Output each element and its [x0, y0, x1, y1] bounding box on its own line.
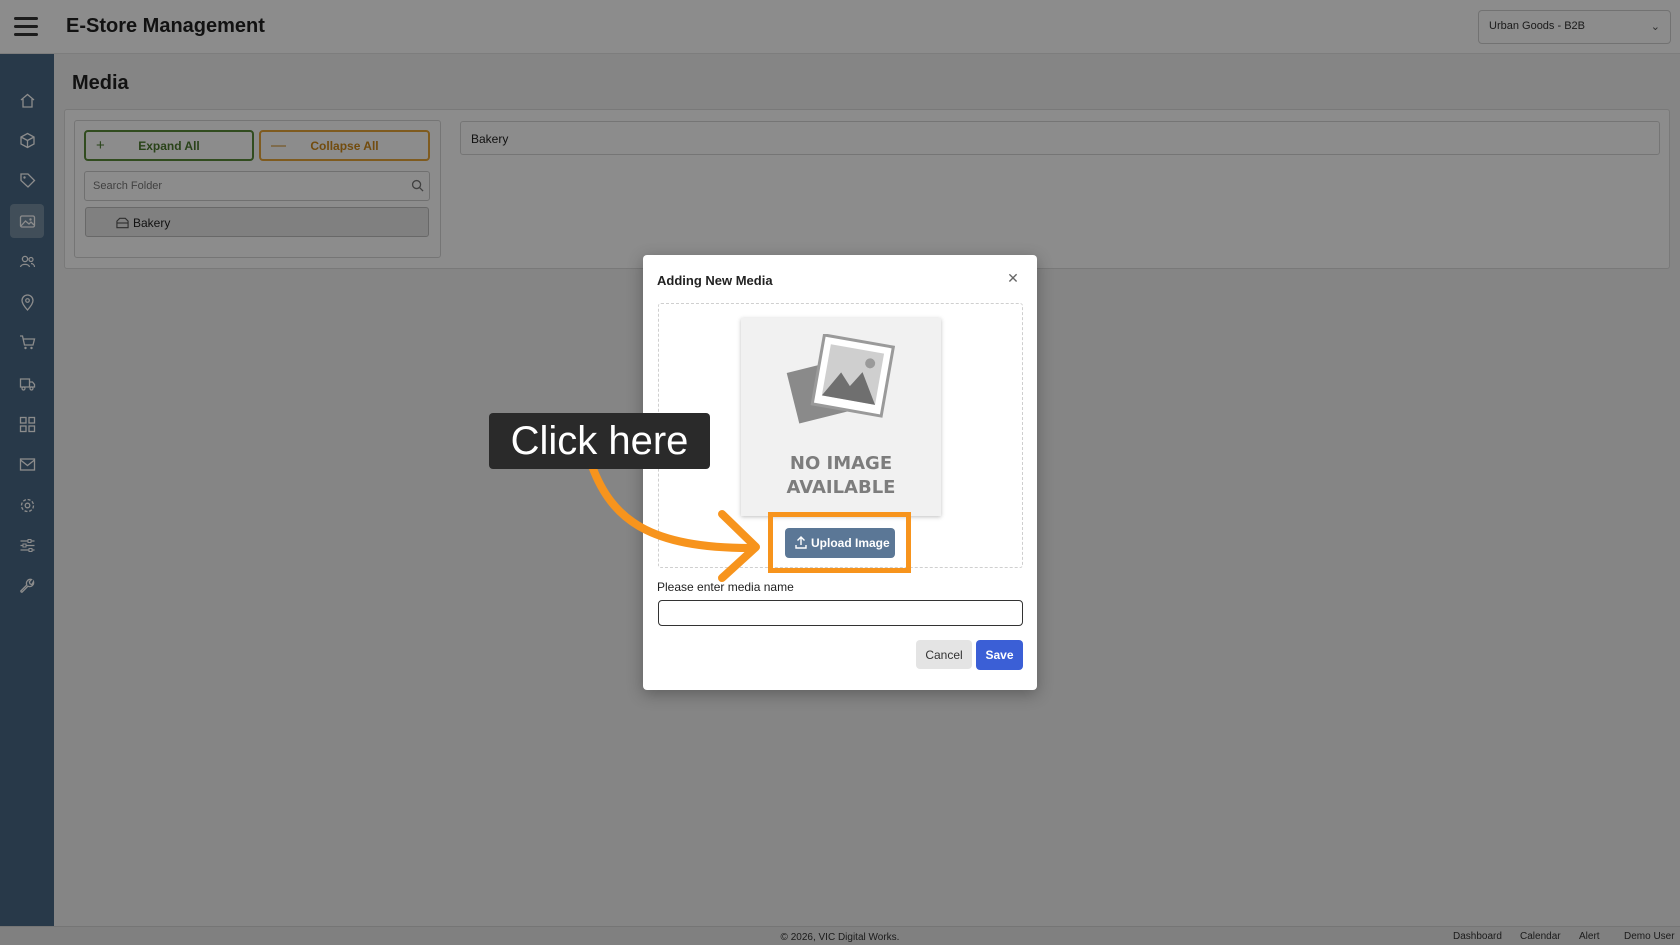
- cancel-button[interactable]: Cancel: [916, 640, 972, 669]
- no-image-line-1: NO IMAGE: [789, 453, 893, 474]
- tutorial-highlight-box: [768, 512, 911, 573]
- no-image-placeholder: NO IMAGE AVAILABLE: [741, 318, 941, 516]
- close-icon[interactable]: ✕: [1006, 271, 1020, 285]
- media-name-label: Please enter media name: [657, 580, 794, 594]
- tutorial-callout: Click here: [489, 413, 710, 469]
- no-image-text: NO IMAGE AVAILABLE: [741, 452, 941, 500]
- no-image-line-2: AVAILABLE: [786, 477, 896, 498]
- dialog-title: Adding New Media: [657, 273, 773, 288]
- save-button[interactable]: Save: [976, 640, 1023, 670]
- media-name-input[interactable]: [658, 600, 1023, 626]
- photos-icon: [786, 334, 896, 424]
